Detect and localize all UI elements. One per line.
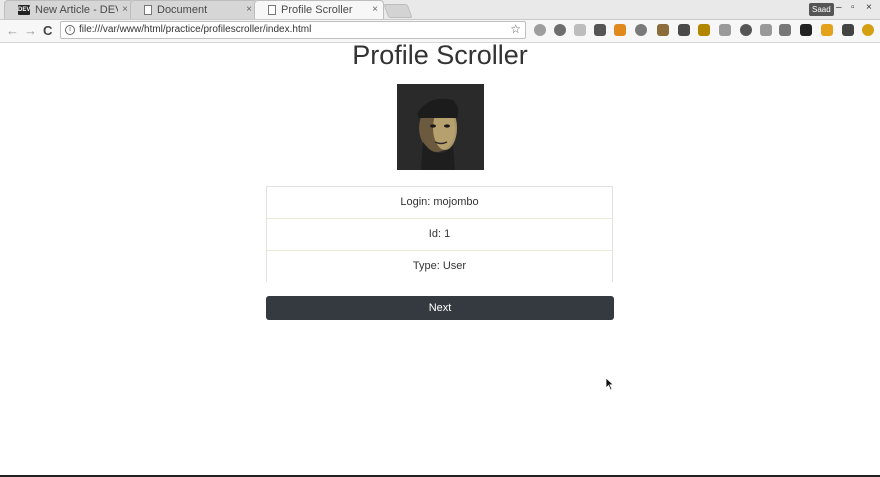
extension-icon[interactable]: [534, 24, 546, 36]
tab-new-article[interactable]: DEV New Article - DEV ×: [4, 0, 134, 19]
profile-chip[interactable]: Saad: [809, 3, 834, 16]
tab-document[interactable]: Document ×: [130, 0, 258, 19]
bookmark-star-icon[interactable]: ☆: [510, 22, 521, 36]
close-icon[interactable]: ×: [246, 4, 252, 15]
maximize-icon[interactable]: ▫: [851, 2, 855, 13]
extension-icon[interactable]: [760, 24, 772, 36]
extension-icon[interactable]: [698, 24, 710, 36]
extension-icon[interactable]: [574, 24, 586, 36]
info-icon[interactable]: i: [65, 25, 75, 35]
new-tab-button[interactable]: [383, 4, 413, 18]
profile-type: Type: User: [412, 260, 467, 272]
mouse-cursor-icon: [605, 377, 615, 391]
close-icon[interactable]: ×: [122, 4, 128, 15]
extension-icon[interactable]: [800, 24, 812, 36]
tab-strip: DEV New Article - DEV × Document × Profi…: [0, 0, 880, 20]
url-text[interactable]: file:///var/www/html/practice/profilescr…: [79, 24, 311, 35]
dev-icon: DEV: [18, 4, 31, 15]
extension-icon[interactable]: [821, 24, 833, 36]
profile-login: Login: mojombo: [267, 187, 612, 219]
extension-icon[interactable]: [678, 24, 690, 36]
reload-icon[interactable]: C: [43, 23, 52, 39]
address-bar[interactable]: i file:///var/www/html/practice/profiles…: [60, 21, 526, 39]
next-button[interactable]: Next: [266, 296, 614, 320]
profile-info-list: Login: mojombo Id: 1 Type: User: [266, 186, 613, 282]
back-icon[interactable]: ←: [6, 23, 19, 39]
tab-title: Document: [157, 3, 208, 16]
extension-icon[interactable]: [554, 24, 566, 36]
page-title: Profile Scroller: [352, 40, 528, 70]
extension-icon[interactable]: [719, 24, 731, 36]
avatar: [397, 84, 484, 170]
profile-photo: [397, 84, 484, 170]
extension-icon[interactable]: [842, 24, 854, 36]
extension-icon[interactable]: [779, 24, 791, 36]
minimize-icon[interactable]: –: [836, 2, 842, 13]
close-icon[interactable]: ×: [372, 4, 378, 15]
forward-icon[interactable]: →: [24, 23, 37, 39]
rss-icon[interactable]: [614, 24, 626, 36]
extension-icon[interactable]: [862, 24, 874, 36]
extension-icon[interactable]: [635, 24, 647, 36]
document-icon: [268, 4, 276, 15]
tab-profile-scroller[interactable]: Profile Scroller ×: [254, 0, 384, 19]
tab-title: Profile Scroller: [281, 3, 353, 16]
close-window-icon[interactable]: ×: [866, 2, 872, 13]
extension-icon[interactable]: [657, 24, 669, 36]
extension-icon[interactable]: [594, 24, 606, 36]
profile-id: Id: 1: [267, 219, 612, 251]
document-icon: [144, 4, 152, 15]
tab-title: New Article - DEV: [35, 3, 119, 16]
extension-icon[interactable]: [740, 24, 752, 36]
